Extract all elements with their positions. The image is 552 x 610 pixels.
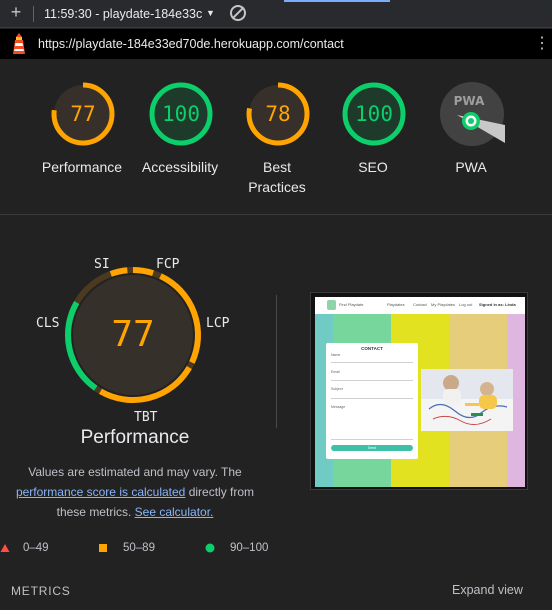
screenshot-brand: Find Playdate: [339, 302, 364, 307]
metrics-heading: METRICS: [11, 584, 71, 598]
lighthouse-icon: [13, 33, 25, 54]
performance-score: 77: [111, 314, 155, 355]
screenshot-nav-link: Log out: [459, 302, 473, 307]
block-icon[interactable]: [230, 5, 246, 21]
vertical-divider: [276, 295, 277, 428]
metric-label-si: SI: [94, 257, 110, 272]
screenshot-logo: [327, 300, 336, 310]
gauge-pwa[interactable]: PWA PWA: [421, 81, 521, 221]
note-text: these metrics.: [56, 505, 135, 519]
legend-label: 90–100: [230, 542, 269, 554]
performance-title: Performance: [80, 427, 190, 448]
gauge-label: Accessibility: [141, 159, 219, 175]
screenshot-nav-link: Signed in as: Linda: [479, 302, 516, 307]
metric-label-lcp: LCP: [206, 316, 230, 331]
active-tab-indicator: [284, 0, 390, 2]
expand-view-button[interactable]: Expand view: [452, 583, 523, 599]
screenshot-form-label: Message: [331, 405, 346, 409]
gauge-score: 100: [162, 102, 200, 126]
gauge-label: Best Practices: [248, 159, 306, 195]
section-divider: [0, 214, 552, 215]
screenshot-form-title: CONTACT: [361, 346, 383, 351]
circle-icon: [205, 543, 215, 553]
screenshot-nav-link: Contact: [413, 302, 427, 307]
gauge-performance[interactable]: 77 Performance: [32, 81, 132, 221]
note-text: directly from: [185, 485, 255, 499]
legend-average: 50–89: [98, 540, 168, 556]
report-url[interactable]: https://playdate-184e33ed70de.herokuapp.…: [38, 37, 468, 53]
see-calculator-link[interactable]: See calculator.: [135, 505, 214, 519]
toolbar-divider: [33, 6, 34, 22]
legend-pass: 90–100: [205, 540, 280, 556]
gauge-score: 77: [70, 102, 96, 126]
gauge-best-practices[interactable]: 78 Best Practices: [227, 81, 327, 221]
screenshot-form-line: [331, 380, 413, 381]
caret-down-icon[interactable]: ▼: [206, 6, 216, 20]
legend-label: 50–89: [123, 542, 155, 554]
screenshot-form-line: [331, 439, 413, 440]
screenshot-nav-link: Playdates: [387, 302, 405, 307]
gauge-score: 78: [265, 102, 291, 126]
screenshot-form-label: Subject: [331, 387, 343, 391]
metric-label-tbt: TBT: [134, 410, 158, 425]
gauge-accessibility[interactable]: 100 Accessibility: [130, 81, 230, 221]
gauge-label: Performance: [41, 159, 123, 175]
pwa-badge-icon: PWA: [440, 82, 505, 146]
screenshot-navbar: Find Playdate Playdates Contact My Playd…: [315, 297, 525, 314]
gauge-label: PWA: [455, 159, 487, 175]
plus-icon[interactable]: +: [8, 3, 24, 21]
gauge-seo[interactable]: 100 SEO: [323, 81, 423, 221]
legend-label: 0–49: [23, 542, 49, 554]
score-note: Values are estimated and may vary. The p…: [0, 462, 270, 522]
screenshot-form-button-label: Send: [367, 446, 377, 450]
report-url-bar: https://playdate-184e33ed70de.herokuapp.…: [0, 29, 552, 59]
square-icon: [99, 544, 107, 552]
note-text: Values are estimated and may vary. The: [28, 465, 242, 479]
metric-label-cls: CLS: [36, 316, 60, 331]
metric-label-fcp: FCP: [156, 257, 180, 272]
pwa-badge-text: PWA: [454, 94, 485, 108]
screenshot-form-line: [331, 362, 413, 363]
kebab-menu-icon[interactable]: ⋮: [534, 33, 550, 55]
devtools-toolbar: + 11:59:30 - playdate-184e33c ▼: [0, 0, 552, 28]
legend-fail: 0–49: [0, 540, 60, 556]
screenshot-form-line: [331, 398, 413, 399]
screenshot-form-label: Name: [331, 353, 341, 357]
triangle-icon: [0, 544, 10, 552]
gauge-label: SEO: [358, 159, 388, 175]
screenshot-photo: [421, 369, 513, 431]
report-selector[interactable]: 11:59:30 - playdate-184e33c: [44, 7, 204, 23]
screenshot-form-label: Email: [331, 370, 340, 374]
final-screenshot[interactable]: Find Playdate Playdates Contact My Playd…: [310, 292, 528, 490]
score-calculated-link[interactable]: performance score is calculated: [16, 485, 185, 499]
gauge-score: 100: [355, 102, 393, 126]
screenshot-contact-form: CONTACT Name Email Subject Message Send: [326, 343, 418, 459]
screenshot-nav-link: My Playdates: [431, 302, 456, 307]
